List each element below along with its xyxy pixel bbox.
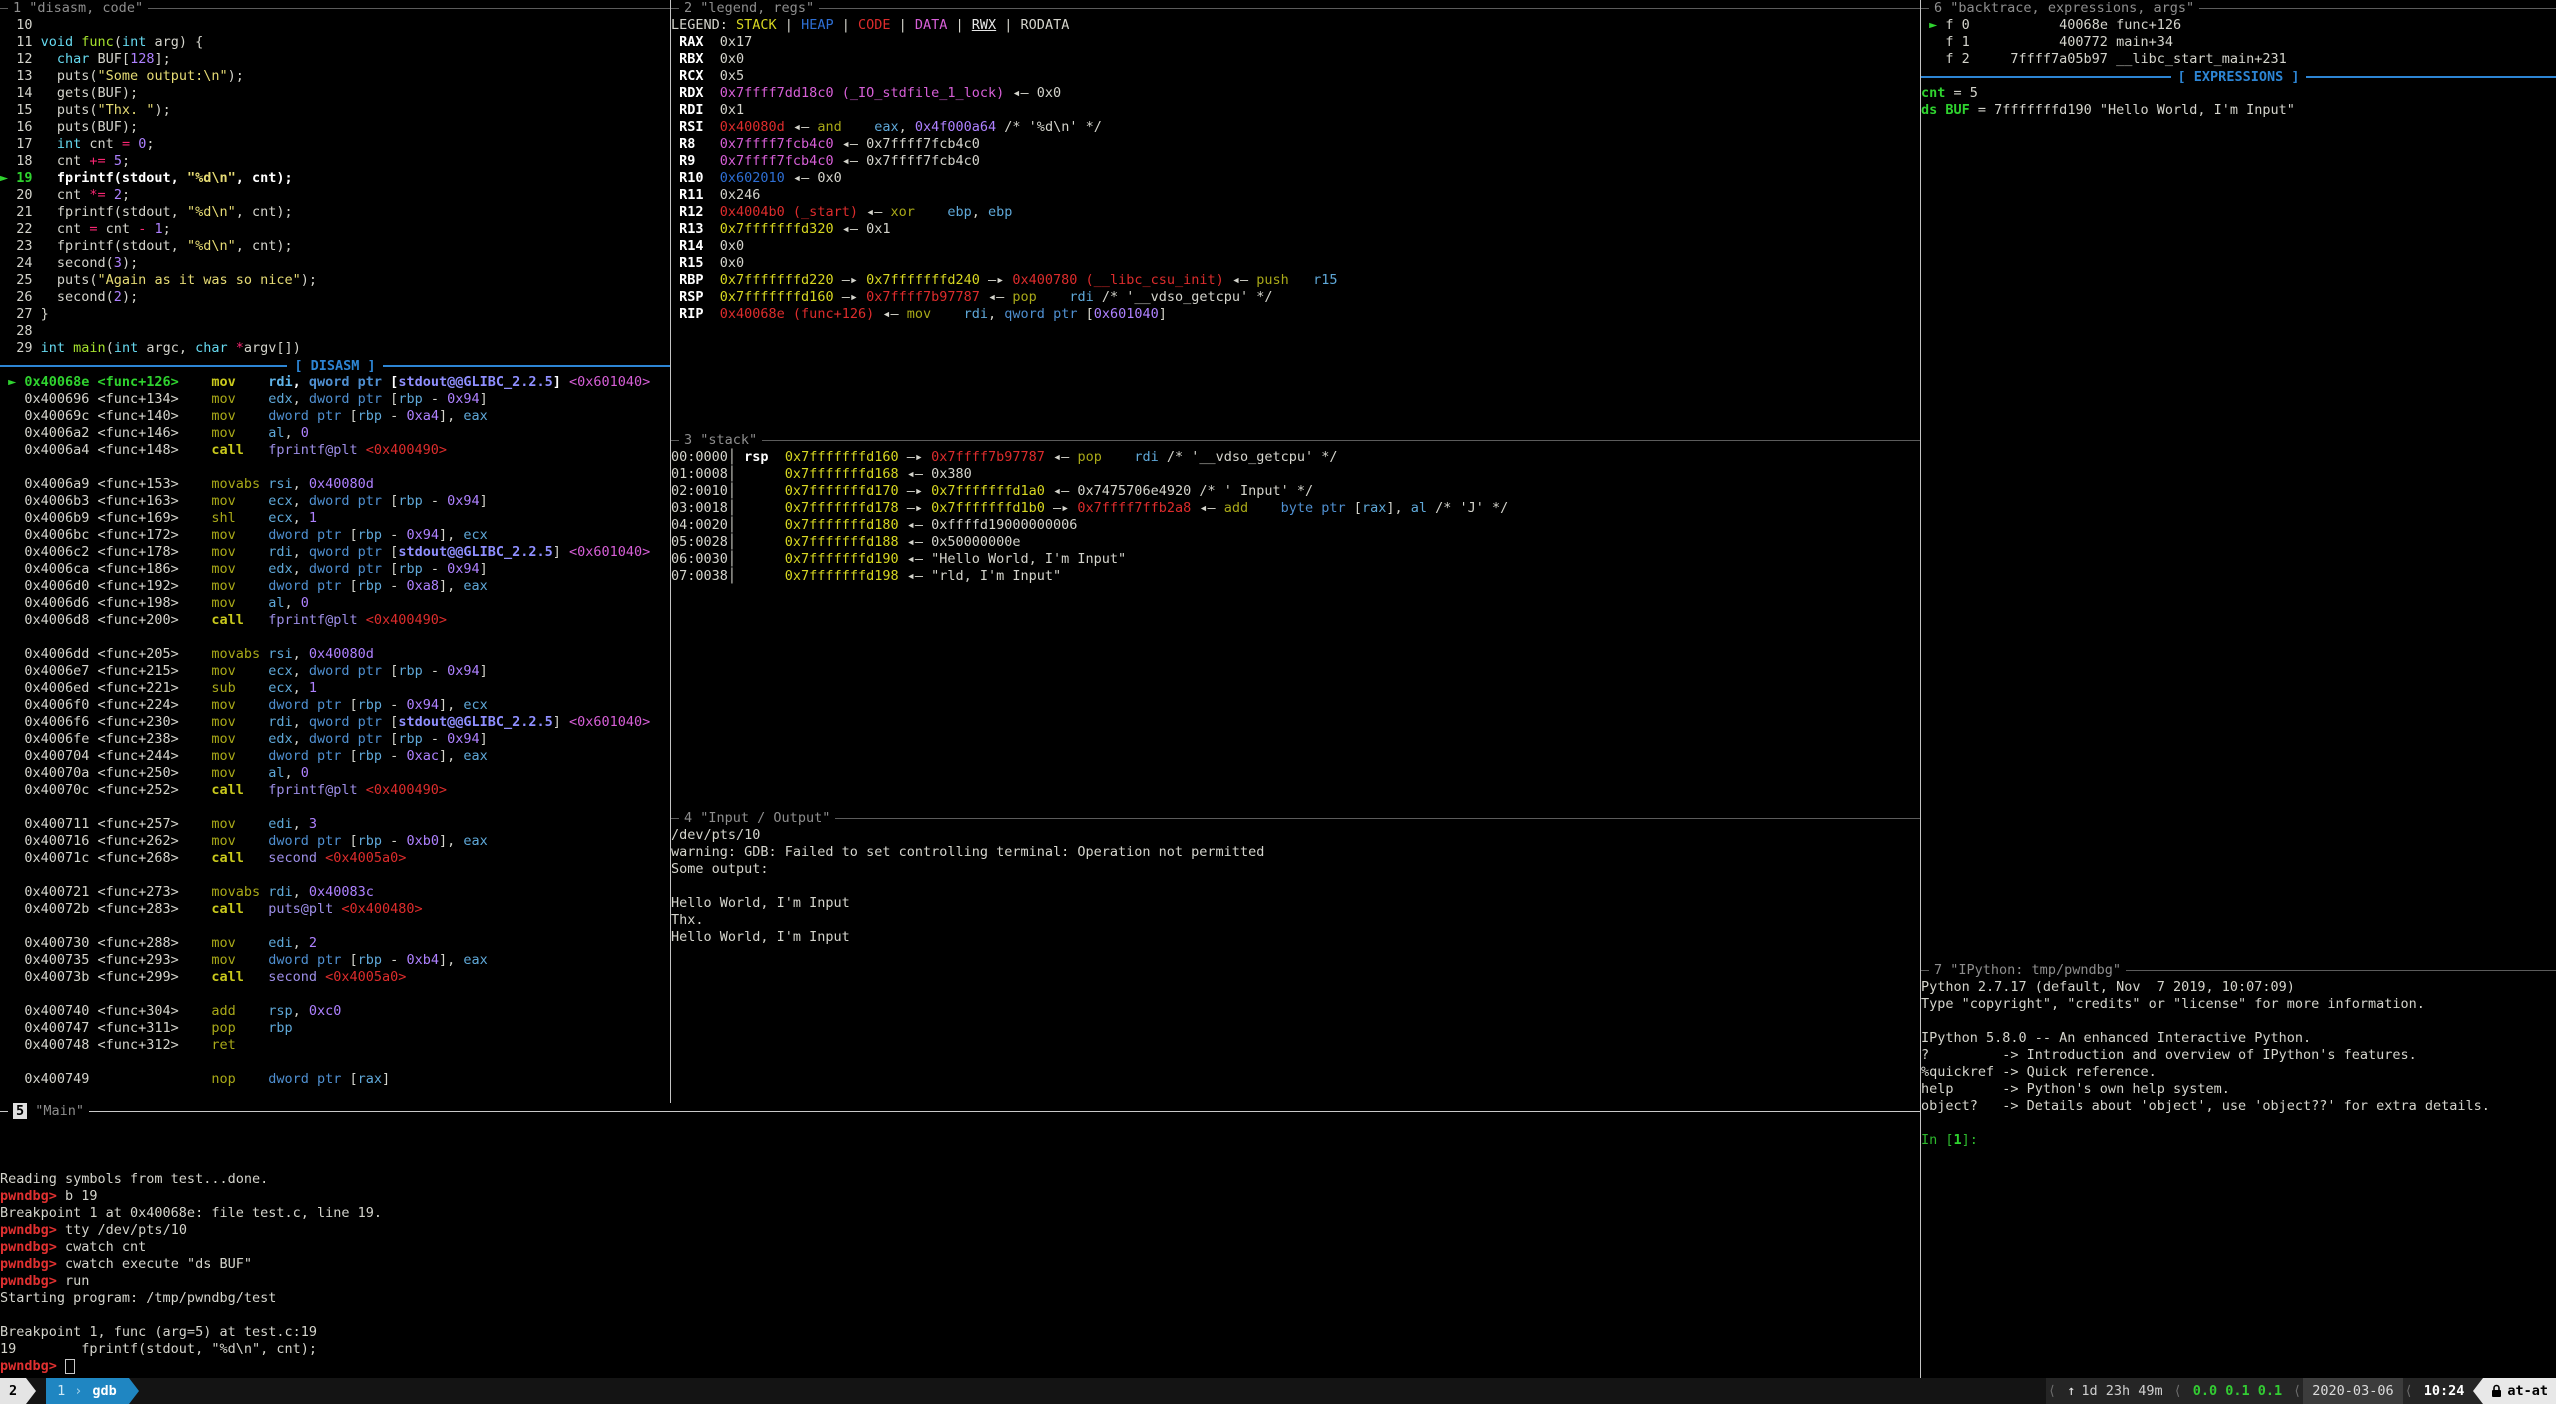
- pane-7-title: "IPython: tmp/pwndbg": [1950, 962, 2121, 978]
- pane-5-number-active: 5: [13, 1103, 27, 1119]
- pane-4-title: "Input / Output": [700, 810, 830, 826]
- pane-1-number: 1: [13, 0, 21, 16]
- pane-1-disasm-code[interactable]: 1 "disasm, code" 10 11 void func(int arg…: [0, 0, 670, 1103]
- powerline-arrow-icon: [2473, 1378, 2483, 1404]
- hostname-badge: at-at: [2483, 1378, 2556, 1404]
- tmux-window-tab-gdb[interactable]: 1›gdb: [46, 1378, 129, 1404]
- tmux-session-badge[interactable]: 2: [0, 1378, 26, 1404]
- pane-2-border-title: 2 "legend, regs": [671, 0, 1920, 17]
- status-gap: [36, 1378, 46, 1404]
- pane-5-title: "Main": [35, 1103, 84, 1119]
- clock-indicator: 10:24: [2415, 1378, 2474, 1404]
- pane-7-content: Python 2.7.17 (default, Nov 7 2019, 10:0…: [1921, 979, 2556, 1149]
- pane-6-title: "backtrace, expressions, args": [1950, 0, 2194, 16]
- pane-1-content: 10 11 void func(int arg) { 12 char BUF[1…: [0, 17, 670, 1088]
- chevron-separator-icon: ⟨: [2403, 1378, 2415, 1404]
- tmux-terminal-screen: 1 "disasm, code" 10 11 void func(int arg…: [0, 0, 2556, 1404]
- pane-3-stack[interactable]: 3 "stack" 00:0000│ rsp 0x7fffffffd160 —▸…: [670, 432, 1920, 810]
- hostname-text: at-at: [2507, 1383, 2548, 1399]
- window-separator: ›: [70, 1383, 86, 1399]
- pane-4-number: 4: [684, 810, 692, 826]
- uptime-indicator: ↑1d 23h 49m: [2058, 1378, 2171, 1404]
- pane-5-main-gdb-console[interactable]: 5 "Main" Reading symbols from test...don…: [0, 1103, 1920, 1378]
- pane-7-number: 7: [1934, 962, 1942, 978]
- chevron-separator-icon: ⟨: [2291, 1378, 2303, 1404]
- pane-7-border-title: 7 "IPython: tmp/pwndbg": [1921, 962, 2556, 979]
- pane-4-border-title: 4 "Input / Output": [671, 810, 1920, 827]
- powerline-arrow-icon: [26, 1378, 36, 1404]
- pane-6-backtrace-expressions[interactable]: 6 "backtrace, expressions, args" ► f 0 4…: [1920, 0, 2556, 962]
- pane-2-legend-regs[interactable]: 2 "legend, regs" LEGEND: STACK | HEAP | …: [670, 0, 1920, 432]
- pane-2-number: 2: [684, 0, 692, 16]
- pane-2-content: LEGEND: STACK | HEAP | CODE | DATA | RWX…: [671, 17, 1920, 323]
- pane-7-ipython[interactable]: 7 "IPython: tmp/pwndbg" Python 2.7.17 (d…: [1920, 962, 2556, 1378]
- pane-6-number: 6: [1934, 0, 1942, 16]
- pane-6-content: ► f 0 40068e func+126 f 1 400772 main+34…: [1921, 17, 2556, 119]
- chevron-separator-icon: ⟨: [2172, 1378, 2184, 1404]
- pane-3-content: 00:0000│ rsp 0x7fffffffd160 —▸ 0x7ffff7b…: [671, 449, 1920, 585]
- uptime-value: 1d 23h 49m: [2081, 1383, 2162, 1399]
- pane-3-border-title: 3 "stack": [671, 432, 1920, 449]
- load-average: 0.0 0.1 0.1: [2184, 1378, 2291, 1404]
- tmux-status-bar: 2 1›gdb ⟨ ↑1d 23h 49m ⟨ 0.0 0.1 0.1 ⟨ 20…: [0, 1378, 2556, 1404]
- pane-1-border-title: 1 "disasm, code": [0, 0, 670, 17]
- padlock-icon: [2491, 1384, 2502, 1398]
- pane-3-number: 3: [684, 432, 692, 448]
- status-right: ⟨ ↑1d 23h 49m ⟨ 0.0 0.1 0.1 ⟨ 2020-03-06…: [2046, 1378, 2556, 1404]
- status-left: 2 1›gdb: [0, 1378, 139, 1404]
- pane-6-border-title: 6 "backtrace, expressions, args": [1921, 0, 2556, 17]
- up-arrow-icon: ↑: [2067, 1383, 2081, 1399]
- window-index: 1: [52, 1383, 70, 1399]
- powerline-arrow-icon: [129, 1378, 139, 1404]
- pane-3-title: "stack": [700, 432, 757, 448]
- window-name: gdb: [86, 1383, 122, 1399]
- pane-1-title: "disasm, code": [29, 0, 143, 16]
- date-indicator: 2020-03-06: [2303, 1378, 2402, 1404]
- pane-4-input-output[interactable]: 4 "Input / Output" /dev/pts/10warning: G…: [670, 810, 1920, 1103]
- pane-2-title: "legend, regs": [700, 0, 814, 16]
- pane-5-border-title: 5 "Main": [0, 1103, 1920, 1120]
- pane-4-content: /dev/pts/10warning: GDB: Failed to set c…: [671, 827, 1920, 946]
- pane-5-content: Reading symbols from test...done.pwndbg>…: [0, 1120, 1920, 1375]
- chevron-separator-icon: ⟨: [2046, 1378, 2058, 1404]
